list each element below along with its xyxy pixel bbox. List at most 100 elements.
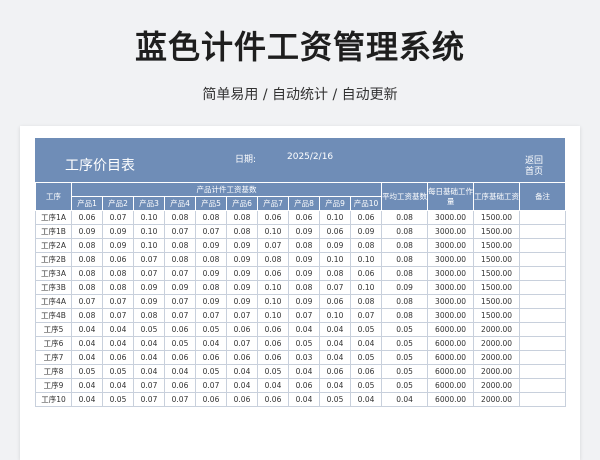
note-cell[interactable]	[519, 350, 567, 365]
product-rate-cell[interactable]: 0.05	[133, 322, 165, 337]
base-wage-cell[interactable]: 1500.00	[473, 266, 521, 281]
product-rate-cell[interactable]: 0.07	[349, 308, 383, 323]
product-rate-cell[interactable]: 0.08	[226, 210, 258, 225]
product-rate-cell[interactable]: 0.06	[164, 350, 196, 365]
process-name-cell[interactable]: 工序8	[35, 364, 72, 379]
product-rate-cell[interactable]: 0.08	[195, 210, 227, 225]
product-rate-cell[interactable]: 0.08	[71, 266, 103, 281]
product-rate-cell[interactable]: 0.04	[71, 350, 103, 365]
product-rate-cell[interactable]: 0.04	[133, 350, 165, 365]
product-rate-cell[interactable]: 0.09	[226, 266, 258, 281]
avg-rate-cell[interactable]: 0.08	[381, 238, 429, 253]
process-name-cell[interactable]: 工序10	[35, 392, 72, 407]
product-rate-cell[interactable]: 0.05	[319, 392, 351, 407]
product-rate-cell[interactable]: 0.07	[226, 336, 258, 351]
product-rate-cell[interactable]: 0.09	[226, 252, 258, 267]
product-rate-cell[interactable]: 0.08	[102, 266, 134, 281]
product-rate-cell[interactable]: 0.04	[319, 378, 351, 393]
product-rate-cell[interactable]: 0.07	[164, 294, 196, 309]
base-wage-cell[interactable]: 1500.00	[473, 252, 521, 267]
product-rate-cell[interactable]: 0.06	[257, 210, 289, 225]
base-wage-cell[interactable]: 1500.00	[473, 280, 521, 295]
avg-rate-cell[interactable]: 0.08	[381, 252, 429, 267]
product-rate-cell[interactable]: 0.08	[226, 224, 258, 239]
product-rate-cell[interactable]: 0.04	[288, 392, 320, 407]
avg-rate-cell[interactable]: 0.08	[381, 294, 429, 309]
product-rate-cell[interactable]: 0.09	[133, 294, 165, 309]
product-rate-cell[interactable]: 0.08	[288, 238, 320, 253]
product-rate-cell[interactable]: 0.09	[226, 238, 258, 253]
product-rate-cell[interactable]: 0.07	[164, 224, 196, 239]
process-name-cell[interactable]: 工序9	[35, 378, 72, 393]
note-cell[interactable]	[519, 266, 567, 281]
base-wage-cell[interactable]: 1500.00	[473, 308, 521, 323]
base-wage-cell[interactable]: 1500.00	[473, 224, 521, 239]
process-name-cell[interactable]: 工序1B	[35, 224, 72, 239]
product-rate-cell[interactable]: 0.06	[164, 322, 196, 337]
product-rate-cell[interactable]: 0.04	[319, 336, 351, 351]
product-rate-cell[interactable]: 0.10	[349, 252, 383, 267]
daily-workload-cell[interactable]: 3000.00	[427, 266, 475, 281]
product-rate-cell[interactable]: 0.10	[133, 238, 165, 253]
product-rate-cell[interactable]: 0.06	[288, 378, 320, 393]
product-rate-cell[interactable]: 0.09	[319, 238, 351, 253]
note-cell[interactable]	[519, 252, 567, 267]
product-rate-cell[interactable]: 0.04	[288, 364, 320, 379]
product-rate-cell[interactable]: 0.09	[288, 266, 320, 281]
note-cell[interactable]	[519, 378, 567, 393]
product-rate-cell[interactable]: 0.08	[349, 294, 383, 309]
product-rate-cell[interactable]: 0.04	[71, 378, 103, 393]
product-rate-cell[interactable]: 0.04	[257, 378, 289, 393]
daily-workload-cell[interactable]: 6000.00	[427, 350, 475, 365]
product-rate-cell[interactable]: 0.06	[257, 392, 289, 407]
product-rate-cell[interactable]: 0.07	[164, 392, 196, 407]
product-rate-cell[interactable]: 0.09	[164, 280, 196, 295]
product-rate-cell[interactable]: 0.10	[319, 252, 351, 267]
product-rate-cell[interactable]: 0.04	[102, 336, 134, 351]
product-rate-cell[interactable]: 0.06	[349, 210, 383, 225]
product-rate-cell[interactable]: 0.06	[226, 322, 258, 337]
product-rate-cell[interactable]: 0.06	[288, 210, 320, 225]
product-rate-cell[interactable]: 0.10	[257, 280, 289, 295]
daily-workload-cell[interactable]: 6000.00	[427, 322, 475, 337]
avg-rate-cell[interactable]: 0.08	[381, 224, 429, 239]
product-rate-cell[interactable]: 0.04	[349, 336, 383, 351]
product-rate-cell[interactable]: 0.09	[288, 252, 320, 267]
product-rate-cell[interactable]: 0.04	[102, 322, 134, 337]
product-rate-cell[interactable]: 0.08	[71, 308, 103, 323]
product-rate-cell[interactable]: 0.04	[319, 322, 351, 337]
product-rate-cell[interactable]: 0.04	[349, 392, 383, 407]
product-rate-cell[interactable]: 0.07	[102, 294, 134, 309]
process-name-cell[interactable]: 工序3B	[35, 280, 72, 295]
note-cell[interactable]	[519, 308, 567, 323]
base-wage-cell[interactable]: 2000.00	[473, 378, 521, 393]
base-wage-cell[interactable]: 1500.00	[473, 238, 521, 253]
daily-workload-cell[interactable]: 3000.00	[427, 280, 475, 295]
product-rate-cell[interactable]: 0.08	[319, 266, 351, 281]
product-rate-cell[interactable]: 0.08	[102, 280, 134, 295]
product-rate-cell[interactable]: 0.08	[257, 252, 289, 267]
base-wage-cell[interactable]: 2000.00	[473, 350, 521, 365]
product-rate-cell[interactable]: 0.06	[319, 294, 351, 309]
product-rate-cell[interactable]: 0.07	[164, 308, 196, 323]
product-rate-cell[interactable]: 0.10	[257, 308, 289, 323]
daily-workload-cell[interactable]: 3000.00	[427, 238, 475, 253]
product-rate-cell[interactable]: 0.08	[71, 252, 103, 267]
product-rate-cell[interactable]: 0.06	[319, 364, 351, 379]
product-rate-cell[interactable]: 0.04	[133, 336, 165, 351]
daily-workload-cell[interactable]: 3000.00	[427, 224, 475, 239]
product-rate-cell[interactable]: 0.04	[195, 336, 227, 351]
product-rate-cell[interactable]: 0.04	[288, 322, 320, 337]
product-rate-cell[interactable]: 0.06	[226, 350, 258, 365]
avg-rate-cell[interactable]: 0.05	[381, 322, 429, 337]
note-cell[interactable]	[519, 210, 567, 225]
product-rate-cell[interactable]: 0.10	[349, 280, 383, 295]
daily-workload-cell[interactable]: 6000.00	[427, 392, 475, 407]
avg-rate-cell[interactable]: 0.08	[381, 308, 429, 323]
product-rate-cell[interactable]: 0.07	[195, 378, 227, 393]
product-rate-cell[interactable]: 0.04	[102, 378, 134, 393]
daily-workload-cell[interactable]: 3000.00	[427, 252, 475, 267]
date-value[interactable]: 2025/2/16	[287, 152, 333, 162]
product-rate-cell[interactable]: 0.09	[195, 266, 227, 281]
product-rate-cell[interactable]: 0.07	[195, 308, 227, 323]
